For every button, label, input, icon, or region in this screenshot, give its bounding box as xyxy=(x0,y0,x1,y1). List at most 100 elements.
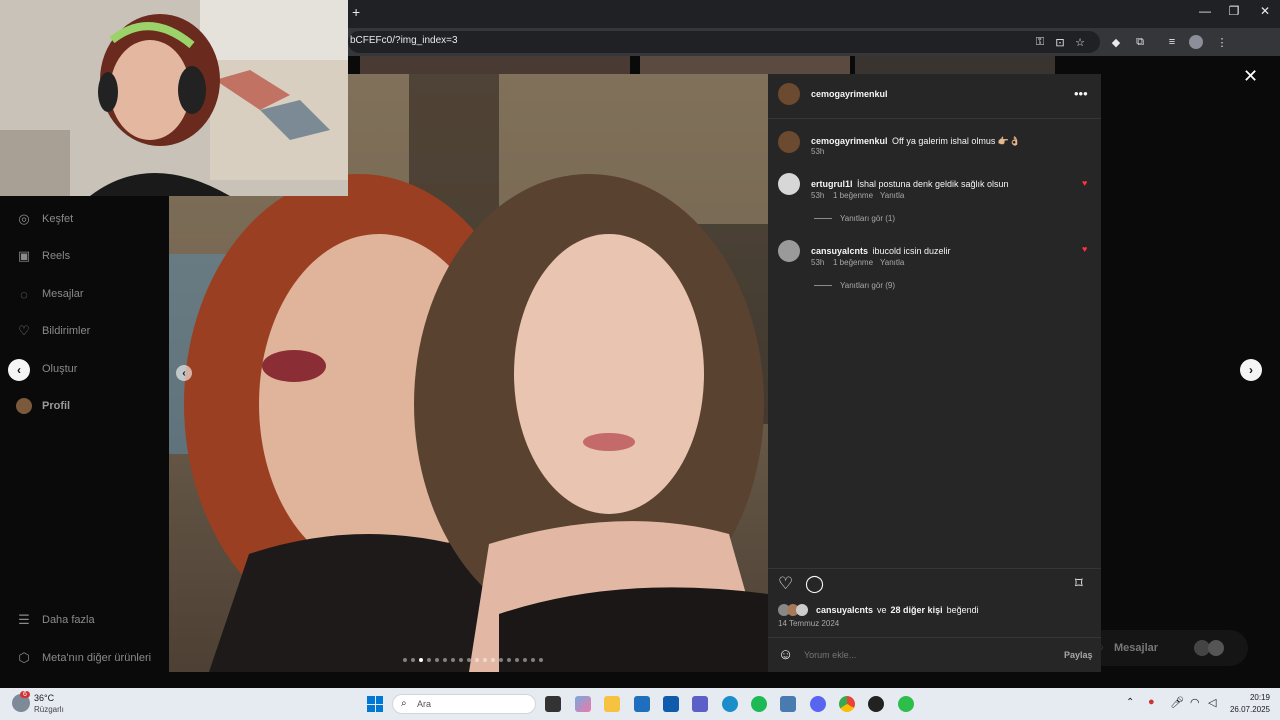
profile-avatar[interactable] xyxy=(1188,34,1204,50)
like-count[interactable]: 1 beğenme xyxy=(833,191,873,200)
discord-icon[interactable] xyxy=(810,696,826,712)
restore-button[interactable]: ❐ xyxy=(1223,4,1245,18)
heart-icon[interactable]: ♥ xyxy=(1082,178,1087,188)
address-bar[interactable]: bCFEFc0/?img_index=3 ☆ ⊡ ⚿ xyxy=(348,31,1100,53)
microphone-icon[interactable]: 🎤︎ xyxy=(1170,696,1184,709)
emoji-icon[interactable]: ☺ xyxy=(778,646,793,663)
edge-icon[interactable] xyxy=(722,696,738,712)
install-app-icon[interactable]: ⊡ xyxy=(1052,34,1068,50)
minimize-button[interactable]: — xyxy=(1194,4,1216,18)
meta-products-icon: ⬡ xyxy=(18,650,30,665)
store-icon[interactable] xyxy=(634,696,650,712)
teams-icon[interactable] xyxy=(692,696,708,712)
volume-icon[interactable]: ◁ xyxy=(1208,696,1216,709)
reply-button[interactable]: Yanıtla xyxy=(880,258,904,267)
avatar[interactable] xyxy=(778,131,800,153)
divider xyxy=(814,218,832,219)
profile-avatar xyxy=(16,398,32,414)
windows-taskbar: 6 36°C Rüzgarlı ⌕ Ara ⌃ ● 🎤︎ ◠ ◁ 20:19 2… xyxy=(0,688,1280,720)
outlook-icon[interactable] xyxy=(663,696,679,712)
save-bookmark-icon[interactable]: ⌑ xyxy=(1075,574,1083,592)
previous-post-button[interactable]: ‹ xyxy=(8,359,30,381)
extension-icon[interactable]: ◆ xyxy=(1108,34,1124,50)
timestamp: 53h xyxy=(811,191,825,200)
menu-icon: ☰ xyxy=(18,612,30,627)
reply-button[interactable]: Yanıtla xyxy=(880,191,904,200)
new-tab-button[interactable]: + xyxy=(352,4,360,20)
avatar[interactable] xyxy=(778,173,800,195)
sidebar-item-more[interactable]: ☰ Daha fazla xyxy=(16,612,94,628)
sidebar-item-meta-products[interactable]: ⬡ Meta'nın diğer ürünleri xyxy=(16,650,151,666)
carousel-prev-button[interactable]: ‹ xyxy=(176,365,192,381)
weather-label[interactable]: Rüzgarlı xyxy=(34,705,64,714)
comment-username[interactable]: cemogayrimenkul xyxy=(811,136,888,146)
sidebar-item-notifications[interactable]: ♡ Bildirimler xyxy=(16,323,90,339)
tab-search-icon[interactable]: ≡ xyxy=(1164,34,1180,50)
clock-time[interactable]: 20:19 xyxy=(1230,693,1270,702)
wifi-icon[interactable]: ◠ xyxy=(1190,696,1200,709)
timestamp: 53h xyxy=(811,147,825,156)
chrome-menu-icon[interactable]: ⋮ xyxy=(1214,34,1230,50)
post-username[interactable]: cemogayrimenkul xyxy=(811,89,888,99)
likes-summary[interactable]: cansuyalcnts ve 28 diğer kişi beğendi xyxy=(778,604,979,616)
carousel-dot xyxy=(467,658,471,662)
comment-username[interactable]: ertugrul1l xyxy=(811,179,853,189)
sidebar-item-profile[interactable]: Profil xyxy=(16,398,70,414)
like-heart-icon[interactable]: ♡ xyxy=(778,574,793,594)
compass-icon: ◎ xyxy=(18,211,30,226)
tray-app-icon[interactable]: ● xyxy=(1148,696,1155,708)
heart-icon[interactable]: ♥ xyxy=(1082,244,1087,254)
extensions-puzzle-icon[interactable]: ⧉ xyxy=(1132,34,1148,50)
comments-panel: cemogayrimenkul ••• cemogayrimenkul Off … xyxy=(768,74,1101,672)
app-icon[interactable] xyxy=(898,696,914,712)
sidebar-item-reels[interactable]: ▣ Reels xyxy=(16,248,70,264)
carousel-dot xyxy=(451,658,455,662)
task-view-icon[interactable] xyxy=(545,696,561,712)
file-explorer-icon[interactable] xyxy=(604,696,620,712)
spotify-icon[interactable] xyxy=(751,696,767,712)
close-icon[interactable]: ✕ xyxy=(1243,66,1258,87)
comment: cansuyalcnts ibucold icsin duzelir xyxy=(811,241,1081,259)
caption: cemogayrimenkul Off ya galerim ishal olm… xyxy=(811,131,1081,149)
carousel-dot xyxy=(515,658,519,662)
carousel-dot xyxy=(403,658,407,662)
chrome-icon[interactable] xyxy=(839,696,855,712)
messages-pill[interactable]: ◌ Mesajlar xyxy=(1086,630,1248,666)
liker-username[interactable]: cansuyalcnts xyxy=(816,605,873,615)
taskbar-search[interactable]: ⌕ Ara xyxy=(392,694,536,714)
like-count[interactable]: 1 beğenme xyxy=(833,258,873,267)
windows-start-icon[interactable] xyxy=(367,696,383,712)
view-replies[interactable]: Yanıtları gör (9) xyxy=(814,281,895,290)
comment-input[interactable] xyxy=(804,648,1034,662)
next-post-button[interactable]: › xyxy=(1240,359,1262,381)
sidebar-item-messages[interactable]: ◌ Mesajlar xyxy=(16,286,83,302)
password-key-icon[interactable]: ⚿ xyxy=(1032,34,1048,50)
divider xyxy=(768,568,1101,569)
carousel-dot xyxy=(507,658,511,662)
comment-bubble-icon[interactable]: ◯ xyxy=(805,574,824,594)
clock-date[interactable]: 26.07.2025 xyxy=(1222,705,1270,714)
carousel-dot xyxy=(443,658,447,662)
more-options-icon[interactable]: ••• xyxy=(1074,86,1088,101)
view-replies[interactable]: Yanıtları gör (1) xyxy=(814,214,895,223)
close-window-button[interactable]: ✕ xyxy=(1254,4,1276,18)
weather-temp[interactable]: 36°C xyxy=(34,693,54,703)
sidebar-item-explore[interactable]: ◎ Keşfet xyxy=(16,211,73,227)
avatar[interactable] xyxy=(778,240,800,262)
tray-overflow-icon[interactable]: ⌃ xyxy=(1126,697,1134,708)
share-button[interactable]: Paylaş xyxy=(1064,650,1093,660)
carousel-dot xyxy=(411,658,415,662)
obs-icon[interactable] xyxy=(868,696,884,712)
carousel-dot xyxy=(483,658,487,662)
other-likers[interactable]: 28 diğer kişi xyxy=(891,605,943,615)
comment-username[interactable]: cansuyalcnts xyxy=(811,246,868,256)
carousel-dot xyxy=(531,658,535,662)
carousel-dot xyxy=(491,658,495,662)
copilot-icon[interactable] xyxy=(575,696,591,712)
divider xyxy=(814,285,832,286)
background-thumbnail xyxy=(360,56,630,74)
carousel-dot xyxy=(419,658,423,662)
settings-gear-icon[interactable] xyxy=(780,696,796,712)
avatar[interactable] xyxy=(778,83,800,105)
bookmark-star-icon[interactable]: ☆ xyxy=(1072,34,1088,50)
